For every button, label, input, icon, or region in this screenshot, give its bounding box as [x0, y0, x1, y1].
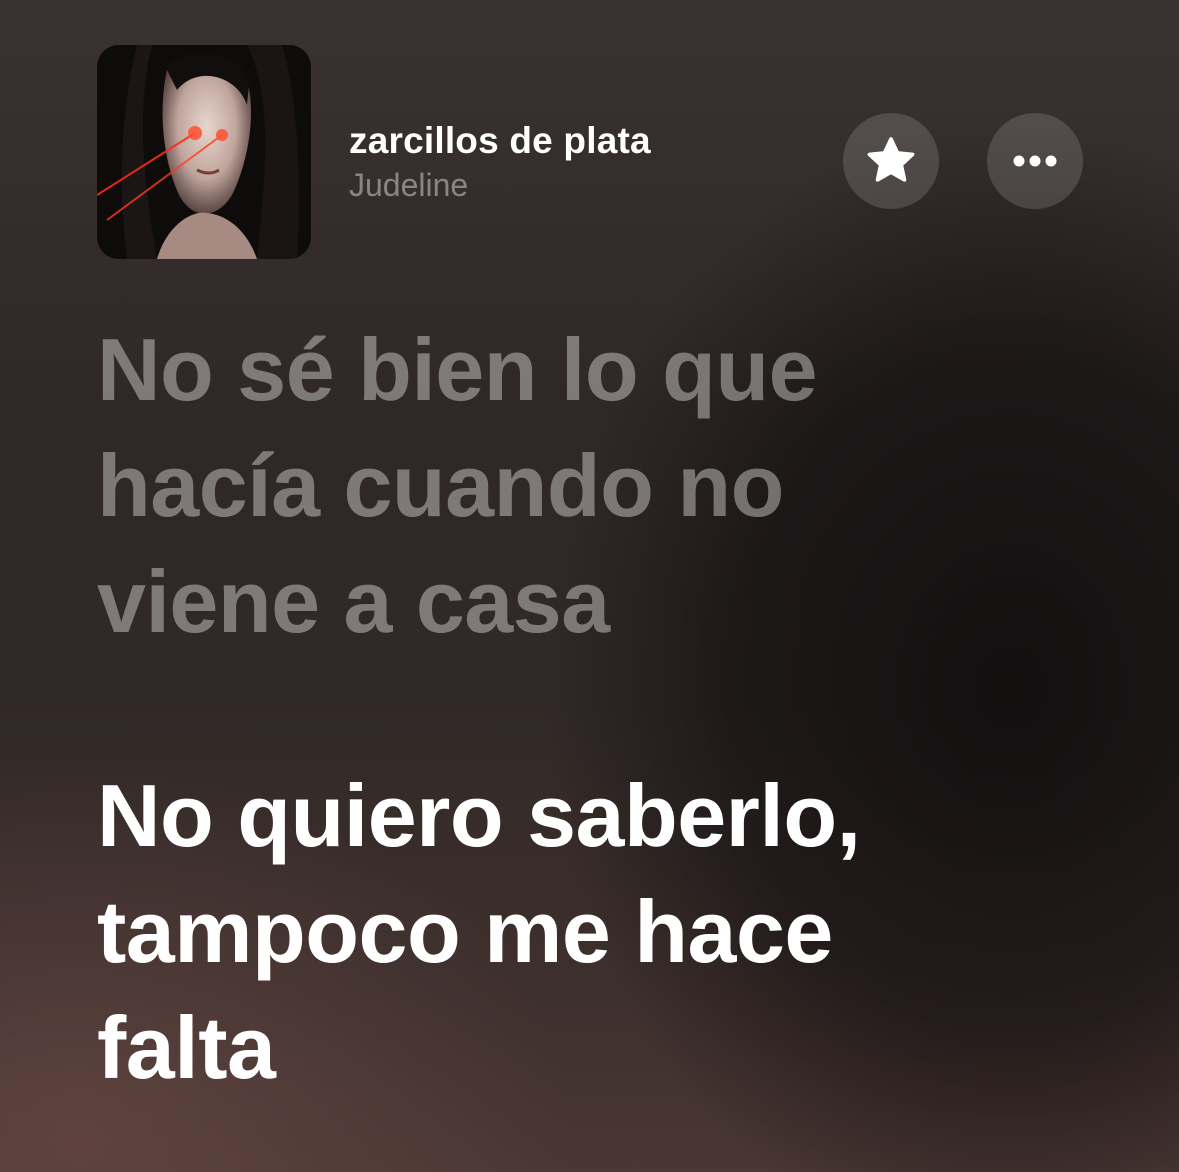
- lyric-line[interactable]: viene a casa: [97, 544, 1137, 660]
- more-options-button[interactable]: [987, 113, 1083, 209]
- favorite-button[interactable]: [843, 113, 939, 209]
- lyric-line-active[interactable]: tampoco me hace: [97, 874, 1137, 990]
- song-title[interactable]: zarcillos de plata: [349, 120, 651, 162]
- album-portrait-image: [97, 45, 311, 259]
- current-lyrics[interactable]: No quiero saberlo, tampoco me hace falta: [97, 758, 1137, 1106]
- lyric-line[interactable]: hacía cuando no: [97, 428, 1137, 544]
- album-art[interactable]: [97, 45, 311, 259]
- lyric-line-active[interactable]: No quiero saberlo,: [97, 758, 1137, 874]
- previous-lyrics[interactable]: No sé bien lo que hacía cuando no viene …: [97, 312, 1137, 660]
- lyric-line-active[interactable]: falta: [97, 990, 1137, 1106]
- lyric-line[interactable]: No sé bien lo que: [97, 312, 1137, 428]
- ellipsis-icon: [1013, 155, 1057, 167]
- artist-name[interactable]: Judeline: [349, 167, 468, 204]
- star-icon: [867, 137, 915, 182]
